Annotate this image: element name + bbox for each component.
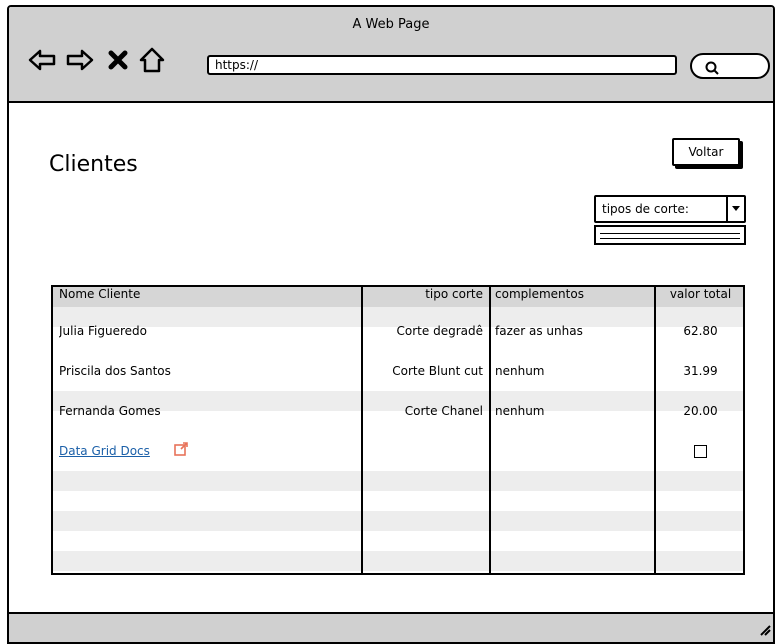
external-link-icon[interactable]	[173, 432, 188, 472]
divider	[600, 233, 740, 234]
resize-grip-icon[interactable]	[757, 622, 771, 636]
forward-arrow-icon[interactable]	[65, 47, 95, 73]
cell-nome: Fernanda Gomes	[59, 404, 161, 418]
divider	[600, 238, 740, 239]
url-input[interactable]: https://	[207, 55, 677, 75]
browser-window: A Web Page https:// Clientes Voltar tipo…	[7, 5, 775, 644]
data-grid: Nome Cliente tipo corte complementos val…	[51, 285, 745, 575]
status-bar	[9, 612, 773, 642]
column-divider	[361, 287, 363, 573]
cell-complementos: fazer as unhas	[495, 324, 583, 338]
select-options-list[interactable]	[594, 225, 746, 245]
back-arrow-icon[interactable]	[27, 47, 57, 73]
cut-type-select[interactable]: tipos de corte:	[594, 195, 746, 223]
cell-valor: 62.80	[683, 324, 718, 338]
table-row-stripe	[53, 471, 743, 491]
search-icon	[705, 61, 719, 75]
cell-valor: 20.00	[683, 404, 718, 418]
cell-tipo: Corte degradê	[396, 324, 483, 338]
cell-nome: Priscila dos Santos	[59, 364, 171, 378]
column-divider	[489, 287, 491, 573]
stop-icon[interactable]	[103, 47, 133, 73]
home-icon[interactable]	[137, 47, 167, 73]
cell-checkbox	[658, 431, 743, 471]
cell-valor: 31.99	[683, 364, 718, 378]
search-field[interactable]	[690, 53, 770, 79]
window-title: A Web Page	[352, 17, 430, 32]
table-row-stripe	[53, 551, 743, 571]
cell-nome: Julia Figueredo	[59, 324, 147, 338]
data-grid-docs-link[interactable]: Data Grid Docs	[59, 444, 150, 458]
header-nome-cliente[interactable]: Nome Cliente	[59, 287, 359, 307]
header-valor-total[interactable]: valor total	[658, 287, 743, 307]
table-row[interactable]: Fernanda Gomes Corte Chanel nenhum 20.00	[53, 391, 743, 431]
table-header: Nome Cliente tipo corte complementos val…	[53, 287, 743, 307]
page-title: Clientes	[49, 152, 138, 177]
table-row[interactable]: Data Grid Docs	[53, 431, 743, 471]
chevron-down-icon[interactable]	[726, 197, 744, 221]
table-row[interactable]: Priscila dos Santos Corte Blunt cut nenh…	[53, 351, 743, 391]
select-value: tipos de corte:	[602, 202, 689, 216]
browser-toolbar: A Web Page https://	[9, 7, 773, 103]
header-complementos[interactable]: complementos	[493, 287, 653, 307]
back-button[interactable]: Voltar	[672, 138, 740, 166]
cell-tipo: Corte Chanel	[404, 404, 483, 418]
header-tipo-corte[interactable]: tipo corte	[365, 287, 487, 307]
cell-tipo: Corte Blunt cut	[392, 364, 483, 378]
row-checkbox[interactable]	[694, 445, 707, 458]
cell-complementos: nenhum	[495, 364, 545, 378]
table-row[interactable]: Julia Figueredo Corte degradê fazer as u…	[53, 311, 743, 351]
cell-complementos: nenhum	[495, 404, 545, 418]
table-row-stripe	[53, 511, 743, 531]
cell-link: Data Grid Docs	[59, 431, 359, 471]
column-divider	[654, 287, 656, 573]
